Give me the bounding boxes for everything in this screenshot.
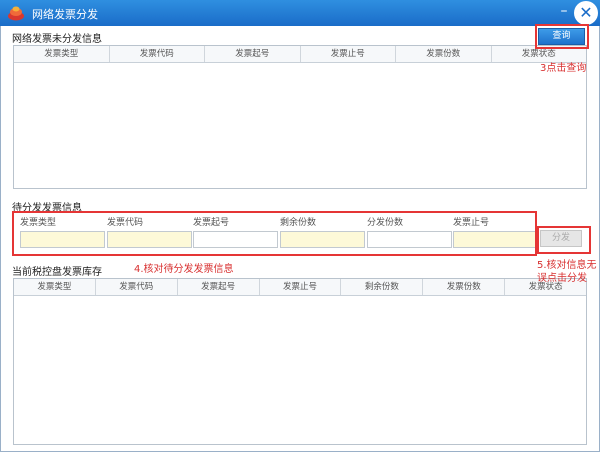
column-header[interactable]: 发票起号 (178, 279, 260, 295)
column-header[interactable]: 发票份数 (396, 46, 492, 62)
column-header[interactable]: 发票份数 (423, 279, 506, 295)
tax-logo-icon (8, 6, 24, 21)
annotation-step5-line2: 误点击分发 (537, 273, 587, 284)
highlight-pending-box (12, 211, 537, 256)
highlight-distribute-box (537, 226, 591, 254)
window-title: 网络发票分发 (32, 8, 98, 21)
column-header[interactable]: 发票类型 (14, 46, 110, 62)
column-header[interactable]: 发票起号 (205, 46, 301, 62)
inventory-table-header: 发票类型 发票代码 发票起号 发票止号 剩余份数 发票份数 发票状态 (14, 279, 586, 296)
minimize-button[interactable]: – (557, 2, 571, 22)
annotation-step4: 4.核对待分发发票信息 (134, 264, 234, 275)
column-header[interactable]: 发票止号 (260, 279, 342, 295)
column-header[interactable]: 发票类型 (14, 279, 96, 295)
column-header[interactable]: 发票止号 (301, 46, 396, 62)
column-header[interactable]: 剩余份数 (341, 279, 424, 295)
undistributed-table-header: 发票类型 发票代码 发票起号 发票止号 发票份数 发票状态 (14, 46, 586, 63)
column-header[interactable]: 发票代码 (110, 46, 205, 62)
annotation-step3: 3点击查询 (540, 63, 587, 74)
inventory-table: 发票类型 发票代码 发票起号 发票止号 剩余份数 发票份数 发票状态 (13, 278, 587, 445)
column-header[interactable]: 发票代码 (96, 279, 178, 295)
section-title-inventory: 当前税控盘发票库存 (12, 267, 102, 278)
highlight-query-box (535, 24, 589, 49)
close-button[interactable]: ✕ (574, 1, 598, 25)
title-bar: 网络发票分发 – ✕ (0, 0, 600, 26)
section-title-undistributed: 网络发票未分发信息 (12, 34, 102, 45)
undistributed-table: 发票类型 发票代码 发票起号 发票止号 发票份数 发票状态 (13, 45, 587, 189)
